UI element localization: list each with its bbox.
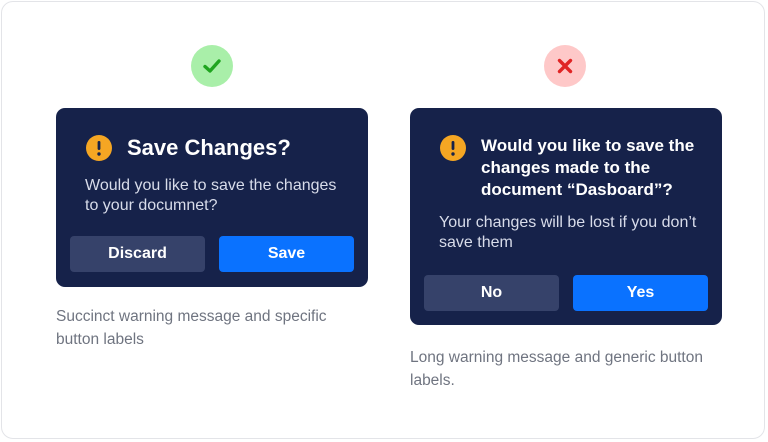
bad-example-caption: Long warning message and generic button … [410,349,703,389]
x-mark-icon [555,56,575,76]
warning-icon [440,135,466,161]
dialog-message: Would you like to save the changes to yo… [85,177,337,214]
dialog-title: Would you like to save the changes made … [481,136,695,199]
discard-button[interactable]: Discard [70,236,205,272]
dialog-message: Your changes will be lost if you don’t s… [439,214,697,251]
warning-icon [86,135,112,161]
yes-button[interactable]: Yes [573,275,708,311]
save-changes-dialog-good: Save Changes? Would you like to save the… [56,108,368,287]
bad-example-indicator [544,45,586,87]
no-button[interactable]: No [424,275,559,311]
checkmark-icon [201,55,223,77]
good-example-indicator [191,45,233,87]
dialog-title: Save Changes? [127,135,291,160]
good-example-caption: Succinct warning message and specific bu… [56,308,327,348]
save-button[interactable]: Save [219,236,354,272]
save-changes-dialog-bad: Would you like to save the changes made … [410,108,722,325]
